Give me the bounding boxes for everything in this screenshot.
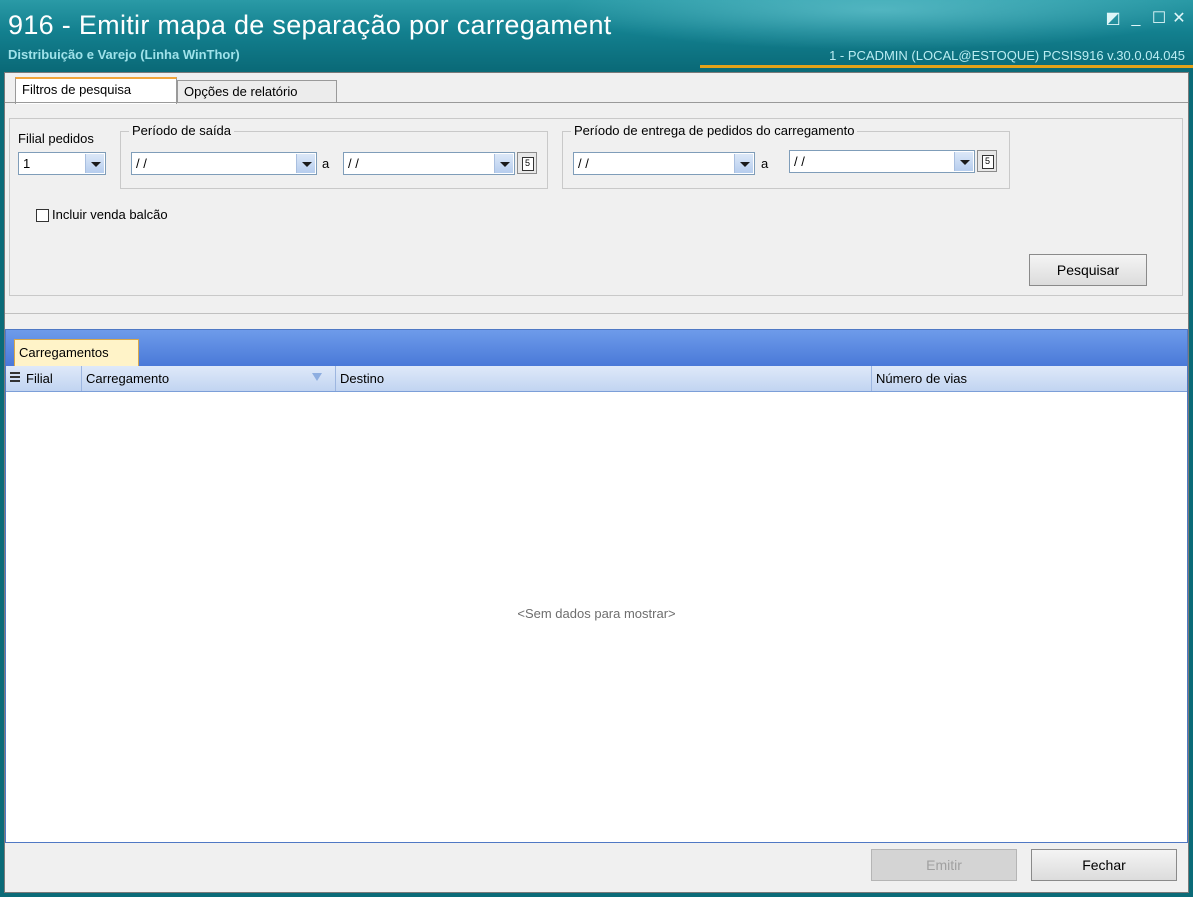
column-numero-de-vias[interactable]: Número de vias <box>872 366 1187 391</box>
title-glow <box>560 0 1193 50</box>
grid-header: Filial Carregamento Destino Número de vi… <box>6 366 1187 392</box>
column-filial-label: Filial <box>26 371 53 386</box>
calendar-icon[interactable] <box>977 150 997 172</box>
tab-opcoes-de-relatorio[interactable]: Opções de relatório <box>177 80 337 102</box>
chevron-down-icon[interactable] <box>296 154 315 173</box>
chevron-down-icon[interactable] <box>734 154 753 173</box>
periodo-saida-ate-value: / / <box>348 156 359 171</box>
window-subtitle: Distribuição e Varejo (Linha WinThor) <box>8 47 240 62</box>
periodo-entrega-label: Período de entrega de pedidos do carrega… <box>571 123 858 138</box>
periodo-saida-de-combo[interactable]: / / <box>131 152 317 175</box>
window-title: 916 - Emitir mapa de separação por carre… <box>8 10 612 40</box>
incluir-venda-balcao-label[interactable]: Incluir venda balcão <box>52 207 168 222</box>
tab-baseline <box>5 102 1188 103</box>
close-icon[interactable]: ✕ <box>1170 10 1188 28</box>
user-info: 1 - PCADMIN (LOCAL@ESTOQUE) PCSIS916 v.3… <box>829 48 1185 63</box>
column-filial[interactable]: Filial <box>6 366 82 391</box>
sort-descending-icon <box>312 373 322 381</box>
periodo-entrega-ate-value: / / <box>794 154 805 169</box>
periodo-saida-group: Período de saída / / a / / <box>120 123 548 189</box>
periodo-saida-de-value: / / <box>136 156 147 171</box>
tab-filtros-de-pesquisa[interactable]: Filtros de pesquisa <box>15 77 177 104</box>
maximize-icon[interactable]: ☐ <box>1150 10 1168 28</box>
column-carregamento[interactable]: Carregamento <box>82 366 336 391</box>
carregamentos-grid: Carregamentos Filial Carregamento Destin… <box>5 329 1188 843</box>
incluir-venda-balcao-checkbox[interactable] <box>36 209 49 222</box>
grid-menu-icon[interactable] <box>10 372 20 384</box>
column-numero-de-vias-label: Número de vias <box>876 371 968 386</box>
filial-pedidos-combo[interactable]: 1 <box>18 152 106 175</box>
column-carregamento-label: Carregamento <box>86 371 170 386</box>
pesquisar-button[interactable]: Pesquisar <box>1029 254 1147 286</box>
column-destino-label: Destino <box>340 371 385 386</box>
periodo-saida-label: Período de saída <box>129 123 235 138</box>
tab-carregamentos[interactable]: Carregamentos <box>14 339 139 366</box>
restore-icon[interactable]: ◩ <box>1104 10 1122 28</box>
fechar-button[interactable]: Fechar <box>1031 849 1177 881</box>
periodo-saida-ate-combo[interactable]: / / <box>343 152 515 175</box>
periodo-entrega-ate-combo[interactable]: / / <box>789 150 975 173</box>
emitir-button[interactable]: Emitir <box>871 849 1017 881</box>
minimize-icon[interactable]: _ <box>1127 10 1145 28</box>
chevron-down-icon[interactable] <box>494 154 513 173</box>
calendar-icon[interactable] <box>517 152 537 174</box>
filter-panel: Filial pedidos 1 Período de saída / / a … <box>9 118 1183 296</box>
filial-pedidos-label: Filial pedidos <box>18 131 94 146</box>
filial-pedidos-value: 1 <box>23 156 31 171</box>
user-info-underline <box>700 65 1193 68</box>
chevron-down-icon[interactable] <box>954 152 973 171</box>
periodo-entrega-de-combo[interactable]: / / <box>573 152 755 175</box>
grid-empty-message: <Sem dados para mostrar> <box>517 606 676 621</box>
chevron-down-icon[interactable] <box>85 154 104 173</box>
client-area: Filtros de pesquisa Opções de relatório … <box>4 72 1189 893</box>
section-separator <box>5 313 1188 314</box>
periodo-saida-a-label: a <box>322 156 330 171</box>
periodo-entrega-de-value: / / <box>578 156 589 171</box>
title-bar: 916 - Emitir mapa de separação por carre… <box>0 0 1193 70</box>
grid-tab-bar: Carregamentos <box>6 330 1187 366</box>
periodo-entrega-group: Período de entrega de pedidos do carrega… <box>562 123 1010 189</box>
periodo-entrega-a-label: a <box>761 156 769 171</box>
column-destino[interactable]: Destino <box>336 366 872 391</box>
